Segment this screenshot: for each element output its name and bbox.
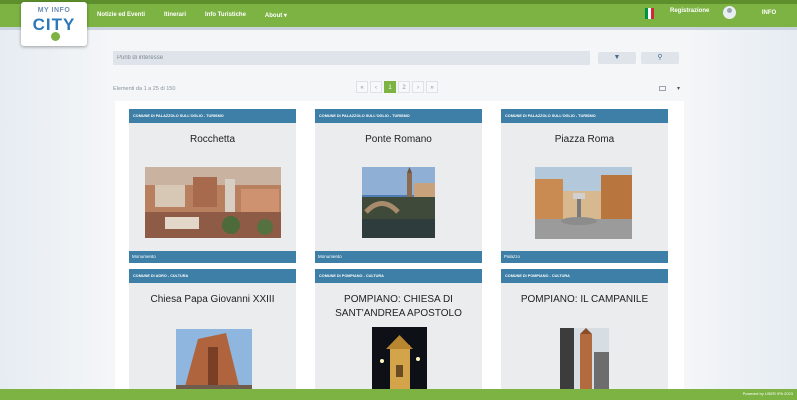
card-title: Ponte Romano [365,134,432,145]
view-dropdown-icon[interactable]: ▾ [677,85,680,92]
pagination-next[interactable]: › [412,81,424,93]
card-photo [372,327,427,390]
main-content: ▼ ⚲ Elementi da 1 a 25 di 150 « ‹ 1 2 › … [112,30,685,390]
card-category: COMUNE DI PALAZZOLO SULL'OGLIO - TURISMO [315,109,482,123]
pagination-page-2[interactable]: 2 [398,81,410,93]
footer-credit: Powered by USER IPA 2023 [742,391,793,396]
card-title: POMPIANO: IL CAMPANILE [520,294,649,305]
logo-top-text: MY INFO [37,7,71,14]
language-flag-icon[interactable] [645,8,654,19]
pagination-first[interactable]: « [356,81,368,93]
card-category: COMUNE DI POMPIANO - CULTURA [501,269,668,283]
pagination-page-current[interactable]: 1 [384,81,396,93]
main-nav: Notizie ed Eventi Itinerari Info Turisti… [97,9,306,21]
graduation-cap-icon[interactable]: INFO [752,6,786,20]
card-photo [560,328,609,390]
poi-card[interactable]: COMUNE DI POMPIANO - CULTURA POMPIANO: I… [501,269,668,390]
card-type-label: Monumento [315,251,482,263]
card-photo [535,167,632,239]
card-title: Chiesa Papa Giovanni XXIII [150,294,275,305]
nav-tourist-info[interactable]: Info Turistiche [205,12,246,18]
card-title: Piazza Roma [554,134,615,145]
card-title: Rocchetta [189,134,236,145]
nav-about[interactable]: About ▾ [265,12,287,19]
filter-button[interactable]: ▼ [598,52,636,64]
card-category: COMUNE DI PALAZZOLO SULL'OGLIO - TURISMO [501,109,668,123]
grid-view-icon[interactable] [659,86,666,91]
poi-card[interactable]: COMUNE DI PALAZZOLO SULL'OGLIO - TURISMO… [501,109,668,263]
card-photo [362,167,435,238]
search-icon: ⚲ [657,54,663,61]
funnel-icon: ▼ [613,54,621,61]
card-category: COMUNE DI POMPIANO - CULTURA [315,269,482,283]
nav-itineraries[interactable]: Itinerari [164,12,186,18]
navbar-accent-stripe [0,0,797,4]
card-photo [145,167,281,238]
card-category: COMUNE DI ADRO - CULTURA [129,269,296,283]
app-logo[interactable]: MY INFO CITY [21,2,87,46]
card-type-label: Monumento [129,251,296,263]
nav-news-events[interactable]: Notizie ed Eventi [97,12,145,18]
search-input[interactable] [113,51,590,65]
pagination-last[interactable]: » [426,81,438,93]
poi-card[interactable]: COMUNE DI ADRO - CULTURA Chiesa Papa Gio… [129,269,296,390]
pagination-prev[interactable]: ‹ [370,81,382,93]
poi-card[interactable]: COMUNE DI PALAZZOLO SULL'OGLIO - TURISMO… [315,109,482,263]
card-type-label: Palazzo [501,251,668,263]
registration-link[interactable]: Registrazione [670,8,709,14]
search-button[interactable]: ⚲ [641,52,679,64]
poi-card[interactable]: COMUNE DI POMPIANO - CULTURA POMPIANO: C… [315,269,482,390]
card-category: COMUNE DI PALAZZOLO SULL'OGLIO - TURISMO [129,109,296,123]
poi-card[interactable]: COMUNE DI PALAZZOLO SULL'OGLIO - TURISMO… [129,109,296,263]
logo-pin-icon [51,32,60,41]
pagination: « ‹ 1 2 › » [356,81,440,93]
results-counter: Elementi da 1 a 25 di 150 [113,86,176,92]
card-title: POMPIANO: CHIESA DI SANT'ANDREA APOSTOLO [335,294,462,319]
card-photo [176,329,252,390]
footer-bar: Powered by USER IPA 2023 [0,389,797,400]
user-account-icon[interactable] [723,6,736,19]
results-grid: COMUNE DI PALAZZOLO SULL'OGLIO - TURISMO… [115,101,684,390]
